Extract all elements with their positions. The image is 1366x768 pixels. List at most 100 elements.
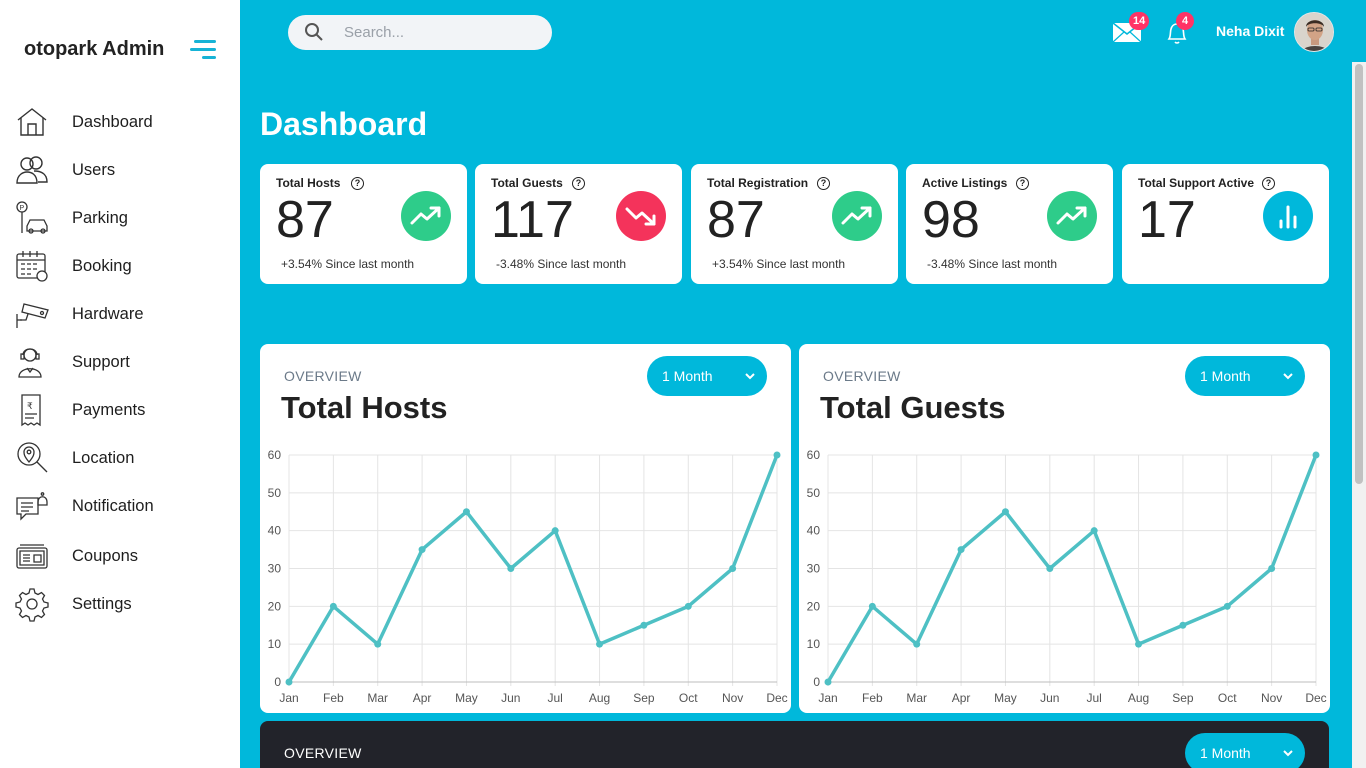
data-point[interactable] (1046, 565, 1054, 572)
help-icon[interactable]: ? (351, 177, 364, 190)
brand-title: otopark Admin (24, 38, 165, 60)
data-point[interactable] (507, 565, 515, 572)
avatar[interactable] (1294, 12, 1334, 52)
stat-title: Total Support Active (1138, 176, 1255, 190)
sidebar-item-parking[interactable]: P Parking (0, 196, 240, 240)
data-point[interactable] (1223, 602, 1231, 610)
sidebar-item-label: Dashboard (72, 112, 153, 131)
support-agent-icon (14, 344, 50, 380)
panel-title: Total Hosts (281, 390, 448, 425)
scrollbar[interactable] (1352, 62, 1366, 768)
data-point[interactable] (374, 640, 382, 648)
chevron-down-icon (745, 373, 755, 380)
data-point[interactable] (1001, 508, 1009, 516)
x-tick-label: Oct (1218, 691, 1237, 705)
x-tick-label: Dec (1305, 691, 1326, 705)
user-name[interactable]: Neha Dixit (1216, 23, 1284, 39)
stat-title: Total Guests (491, 176, 563, 190)
range-select-value: 1 Month (1200, 368, 1251, 384)
sidebar-item-label: Booking (72, 256, 132, 275)
help-icon[interactable]: ? (1262, 177, 1275, 190)
data-point[interactable] (462, 508, 470, 516)
sidebar-item-coupons[interactable]: Coupons (0, 534, 240, 578)
panel-title: Total Guests (820, 390, 1006, 425)
search-input[interactable] (344, 21, 534, 43)
data-point[interactable] (596, 640, 604, 648)
x-tick-label: May (455, 691, 478, 705)
range-select[interactable]: 1 Month (647, 356, 767, 396)
stat-change: -3.48% Since last month (927, 257, 1058, 271)
search-bar[interactable] (288, 15, 552, 50)
data-point[interactable] (329, 602, 337, 610)
sidebar-item-settings[interactable]: Settings (0, 582, 240, 626)
y-tick-label: 40 (807, 524, 821, 538)
help-icon[interactable]: ? (572, 177, 585, 190)
chart-panel-total-hosts: OVERVIEW Total Hosts 1 Month 0 10 20 30 40 50… (260, 344, 791, 713)
x-tick-label: Aug (589, 691, 610, 705)
data-point[interactable] (640, 621, 648, 629)
data-point[interactable] (957, 546, 965, 554)
help-icon[interactable]: ? (1016, 177, 1029, 190)
data-point[interactable] (1135, 640, 1143, 648)
data-point[interactable] (913, 640, 921, 648)
messages-button[interactable]: 14 (1112, 12, 1150, 44)
menu-toggle-icon[interactable] (190, 38, 216, 62)
data-point[interactable] (1179, 621, 1187, 629)
sidebar-item-hardware[interactable]: Hardware (0, 292, 240, 336)
range-select[interactable]: 1 Month (1185, 356, 1305, 396)
data-point[interactable] (729, 565, 737, 572)
sidebar-item-location[interactable]: Location (0, 436, 240, 480)
stat-card-total-hosts: Total Hosts ? 87 +3.54% Since last month (260, 164, 467, 284)
data-point[interactable] (868, 602, 876, 610)
data-point[interactable] (773, 451, 781, 459)
x-tick-label: Nov (722, 691, 743, 705)
data-point[interactable] (1312, 451, 1320, 459)
data-point[interactable] (551, 527, 559, 535)
search-icon (305, 23, 323, 41)
data-point[interactable] (684, 602, 692, 610)
sidebar-item-booking[interactable]: Booking (0, 244, 240, 288)
sidebar-item-users[interactable]: Users (0, 148, 240, 192)
sidebar-item-payments[interactable]: ₹ Payments (0, 388, 240, 432)
range-select[interactable]: 1 Month (1185, 733, 1305, 768)
stat-card-total-guests: Total Guests ? 117 -3.48% Since last mon… (475, 164, 682, 284)
data-point[interactable] (824, 678, 832, 686)
x-tick-label: Jan (818, 691, 837, 705)
notifications-button[interactable]: 4 (1165, 12, 1194, 46)
stat-change: -3.48% Since last month (496, 257, 627, 271)
sidebar-item-label: Payments (72, 400, 146, 419)
range-select-value: 1 Month (1200, 745, 1251, 761)
x-tick-label: Mar (906, 691, 927, 705)
panel-overline: OVERVIEW (284, 368, 362, 384)
stat-value: 117 (491, 191, 574, 249)
y-tick-label: 30 (807, 562, 821, 576)
gear-icon (14, 586, 50, 622)
sidebar-item-label: Users (72, 160, 116, 179)
data-point[interactable] (285, 678, 293, 686)
trend-up-icon (1047, 191, 1097, 241)
y-tick-label: 0 (813, 675, 820, 689)
data-point[interactable] (1268, 565, 1276, 572)
y-tick-label: 50 (268, 486, 282, 500)
data-point[interactable] (1090, 527, 1098, 535)
sidebar-item-label: Notification (72, 496, 154, 515)
x-tick-label: Nov (1261, 691, 1282, 705)
sidebar-item-label: Hardware (72, 304, 144, 323)
cctv-camera-icon (14, 296, 50, 332)
x-tick-label: Jul (1087, 691, 1102, 705)
chevron-down-icon (1283, 750, 1293, 757)
svg-text:₹: ₹ (27, 402, 33, 412)
calendar-icon (14, 248, 50, 284)
x-tick-label: Dec (766, 691, 787, 705)
sidebar-item-support[interactable]: Support (0, 340, 240, 384)
data-point[interactable] (418, 546, 426, 554)
y-tick-label: 0 (274, 675, 281, 689)
x-tick-label: Sep (1172, 691, 1194, 705)
help-icon[interactable]: ? (817, 177, 830, 190)
sidebar-item-dashboard[interactable]: Dashboard (0, 100, 240, 144)
sidebar-item-notification[interactable]: Notification (0, 484, 240, 528)
line-chart-total-hosts: 0 10 20 30 40 50 60 Jan Feb Mar Apr May Jun Jul Aug Sep… (268, 448, 788, 705)
y-tick-label: 40 (268, 524, 282, 538)
scrollbar-thumb[interactable] (1355, 64, 1363, 484)
y-tick-label: 50 (807, 486, 821, 500)
